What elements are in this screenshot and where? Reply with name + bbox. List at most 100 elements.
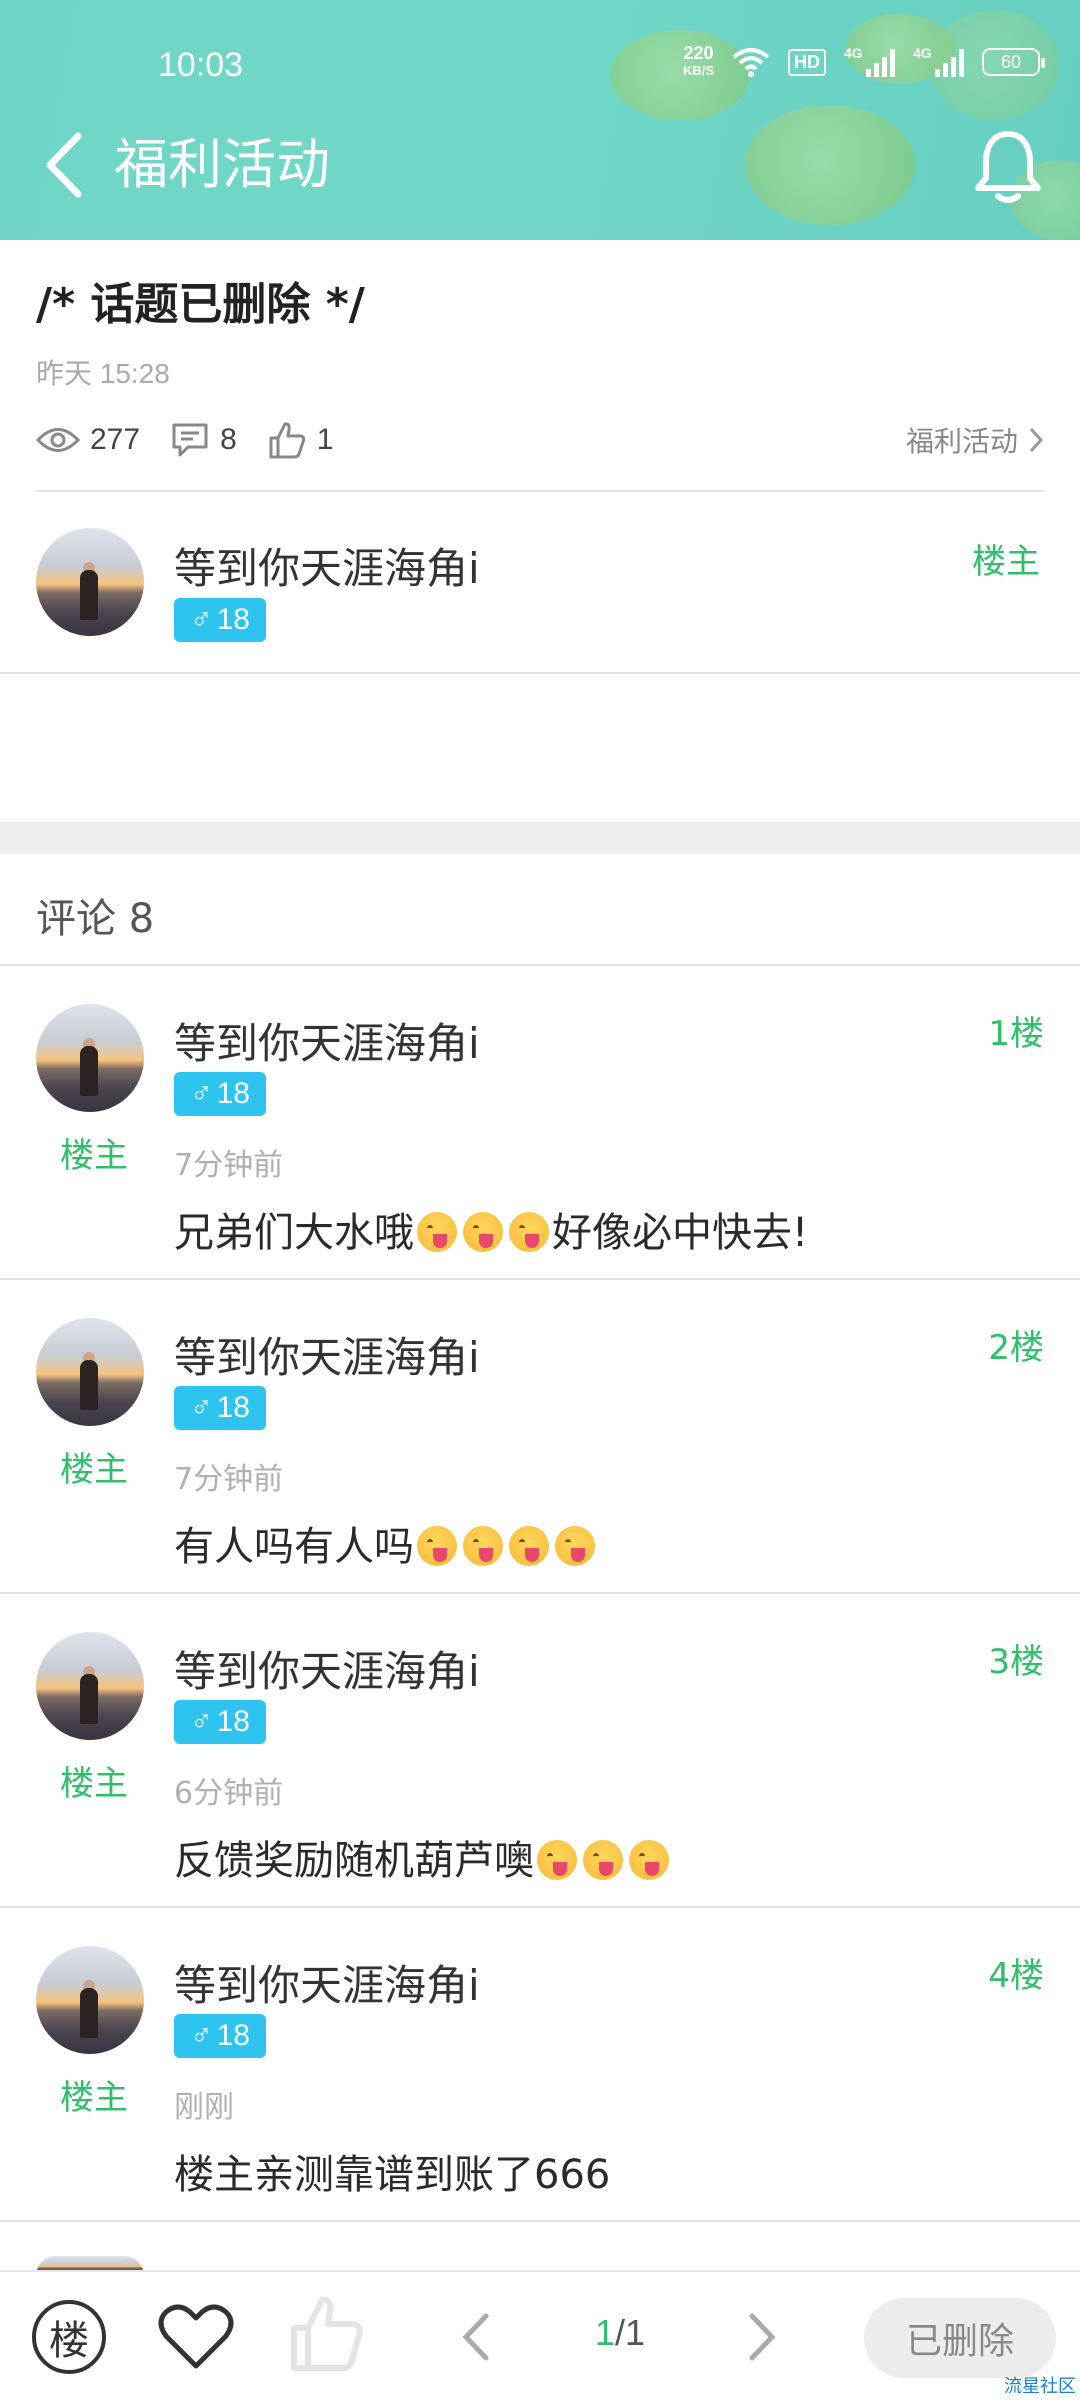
category-label: 福利活动 <box>905 426 1018 457</box>
comments-count: 8 <box>220 423 237 456</box>
owner-tag: 楼主 <box>60 1450 128 1490</box>
gender-age-badge: ♂ 18 <box>174 1386 266 1430</box>
commenter-avatar[interactable] <box>36 1318 144 1426</box>
comment-text-part: 好像必中快去! <box>552 1210 809 1256</box>
watermark: 流星社区 <box>1004 2376 1076 2397</box>
commenter-name[interactable]: 等到你天涯海角i <box>174 1952 480 2013</box>
deleted-status-button[interactable]: 已删除 <box>864 2298 1056 2378</box>
floor-number: 1楼 <box>988 1014 1044 1054</box>
next-page-button[interactable] <box>742 2302 782 2372</box>
like-button[interactable] <box>288 2294 368 2374</box>
comment-text[interactable]: 楼主亲测靠谱到账了666 <box>174 2142 610 2200</box>
signal-icon: 4G <box>844 45 895 77</box>
comment-text-part: 楼主亲测靠谱到账了666 <box>174 2152 611 2198</box>
signal-label: 4G <box>913 45 932 61</box>
back-button[interactable] <box>40 130 90 200</box>
gender-age-badge: ♂ 18 <box>174 1700 266 1744</box>
topic-stats: 277 8 1 福利活动 <box>36 415 1044 465</box>
comment-time: 6分钟前 <box>174 1776 284 1811</box>
gender-age-badge: ♂ 18 <box>174 2014 266 2058</box>
hd-badge: HD <box>788 48 826 76</box>
chevron-right-icon <box>749 2313 776 2361</box>
tongue-emoji-icon <box>509 1212 549 1252</box>
owner-tag: 楼主 <box>60 2078 128 2118</box>
divider <box>0 1906 1080 1908</box>
tongue-emoji-icon <box>417 1212 457 1252</box>
comment-time: 7分钟前 <box>174 1148 284 1183</box>
eye-icon <box>36 428 80 452</box>
signal-icon: 4G <box>913 45 964 77</box>
divider <box>0 672 1080 674</box>
topic-time: 昨天 15:28 <box>36 358 170 389</box>
comment-time: 7分钟前 <box>174 1462 284 1497</box>
comments-stat: 8 <box>170 421 237 459</box>
divider <box>0 964 1080 966</box>
battery-icon: 60 <box>982 48 1045 76</box>
age-value: 18 <box>216 1077 250 1110</box>
thumbs-up-icon <box>269 422 305 459</box>
chevron-right-icon <box>1029 427 1044 453</box>
floor-number: 4楼 <box>988 1956 1044 1996</box>
commenter-avatar[interactable] <box>36 1632 144 1740</box>
commenter-avatar[interactable] <box>36 1004 144 1112</box>
comment-text[interactable]: 兄弟们大水哦 好像必中快去! <box>174 1200 808 1258</box>
net-speed-value: 220 <box>683 43 714 63</box>
likes-stat[interactable]: 1 <box>267 420 334 460</box>
comment-text-part: 有人吗有人吗 <box>174 1524 414 1570</box>
bell-icon <box>975 131 1041 203</box>
owner-tag: 楼主 <box>60 1764 128 1804</box>
comment-text-part: 反馈奖励随机葫芦噢 <box>174 1838 534 1884</box>
comment-text-part: 兄弟们大水哦 <box>174 1210 414 1256</box>
page-title: 福利活动 <box>114 133 330 196</box>
commenter-name[interactable]: 等到你天涯海角i <box>174 1010 480 1071</box>
signal-label: 4G <box>844 45 863 61</box>
divider <box>0 1278 1080 1280</box>
author-name[interactable]: 等到你天涯海角i <box>174 535 480 596</box>
commenter-avatar[interactable] <box>36 1946 144 2054</box>
heart-icon <box>158 2304 234 2369</box>
comment-icon <box>172 423 208 457</box>
net-speed-unit: KB/S <box>682 63 714 78</box>
floor-jump-button[interactable]: 楼 <box>32 2300 106 2374</box>
male-icon: ♂ <box>190 603 213 636</box>
commenter-name[interactable]: 等到你天涯海角i <box>174 1638 480 1699</box>
age-value: 18 <box>216 1391 250 1424</box>
comment-text[interactable]: 反馈奖励随机葫芦噢 <box>174 1828 672 1886</box>
male-icon: ♂ <box>190 1077 213 1110</box>
gender-age-badge: ♂ 18 <box>174 598 266 642</box>
tongue-emoji-icon <box>509 1526 549 1566</box>
chevron-left-icon <box>462 2313 489 2361</box>
tongue-emoji-icon <box>463 1526 503 1566</box>
comments-heading: 评论 8 <box>36 896 155 942</box>
notification-button[interactable] <box>972 128 1044 206</box>
male-icon: ♂ <box>190 2019 213 2052</box>
tongue-emoji-icon <box>629 1840 669 1880</box>
total-pages: /1 <box>615 2312 646 2353</box>
divider <box>0 1592 1080 1594</box>
floor-number: 2楼 <box>988 1328 1044 1368</box>
gender-age-badge: ♂ 18 <box>174 1072 266 1116</box>
tongue-emoji-icon <box>555 1526 595 1566</box>
app-header: 10:03 220 KB/S HD 4G 4G 60 福利活动 <box>0 0 1080 240</box>
favorite-button[interactable] <box>156 2296 236 2376</box>
previous-page-button[interactable] <box>456 2302 496 2372</box>
bottom-toolbar: 楼 1/1 已删除 流星社区 <box>0 2270 1080 2400</box>
comment-time: 刚刚 <box>174 2090 234 2125</box>
category-link[interactable]: 福利活动 <box>906 420 1044 460</box>
commenter-name[interactable]: 等到你天涯海角i <box>174 1324 480 1385</box>
status-icons: 220 KB/S HD 4G 4G 60 <box>683 44 1045 80</box>
male-icon: ♂ <box>190 1391 213 1424</box>
age-value: 18 <box>216 1705 250 1738</box>
tongue-emoji-icon <box>463 1212 503 1252</box>
net-speed: 220 KB/S <box>683 44 714 80</box>
author-avatar[interactable] <box>36 528 144 636</box>
tongue-emoji-icon <box>583 1840 623 1880</box>
owner-tag: 楼主 <box>972 542 1040 582</box>
comment-text[interactable]: 有人吗有人吗 <box>174 1514 598 1572</box>
floor-number: 3楼 <box>988 1642 1044 1682</box>
topic-title: /* 话题已删除 */ <box>36 279 365 330</box>
age-value: 18 <box>216 603 250 636</box>
likes-count: 1 <box>316 423 334 456</box>
tongue-emoji-icon <box>537 1840 577 1880</box>
section-separator <box>0 822 1080 854</box>
